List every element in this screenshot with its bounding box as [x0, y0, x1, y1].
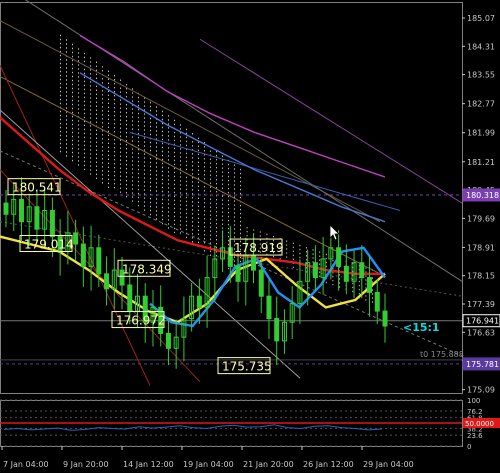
candle-body [165, 332, 171, 349]
price-tick-label: 175.09 [467, 386, 495, 395]
candle-body [235, 265, 241, 282]
annotation-label: 178.349 [122, 262, 172, 276]
price-tag-label: 175.781 [466, 360, 499, 369]
candle-body [336, 247, 342, 267]
candle-body [266, 295, 272, 320]
time-tick-label: 14 Jan 12:00 [123, 460, 174, 469]
price-tick-label: 182.77 [467, 100, 495, 109]
oscillator-level-label: 50.0000 [465, 420, 494, 428]
candle-body [258, 269, 264, 297]
candle-body [343, 265, 349, 282]
time-tick-label: 7 Jan 04:00 [3, 460, 49, 469]
price-tick-label: 178.91 [467, 243, 495, 252]
price-tick-label: 181.99 [467, 129, 495, 138]
candle-body [34, 206, 40, 230]
price-tick-label: 181.21 [467, 158, 495, 167]
annotation-label: 179.014 [24, 238, 74, 252]
candle-body [18, 198, 24, 223]
annotation-label: 176.972 [116, 314, 166, 328]
candle-body [312, 262, 318, 279]
candle-body [367, 277, 373, 293]
price-tick-label: 185.07 [467, 14, 495, 23]
time-tick-label: 9 Jan 20:00 [63, 460, 109, 469]
candle-body [382, 310, 388, 327]
price-tick-label: 184.31 [467, 42, 495, 51]
time-tick-label: 21 Jan 20:00 [243, 460, 294, 469]
candle-body [80, 243, 86, 267]
candle-body [73, 232, 79, 245]
annotation-label: 180.541 [12, 181, 62, 195]
reference-line-label: t0 175.888 [420, 350, 464, 359]
candle-body [104, 273, 110, 290]
price-tick-label: 179.69 [467, 214, 495, 223]
oscillator-tick-label: 100 [467, 397, 480, 405]
oscillator-tick-label: 23.6 [467, 432, 483, 440]
candle-body [3, 202, 9, 215]
price-tick-label: 183.55 [467, 71, 495, 80]
oscillator-tick-label: 0 [467, 443, 471, 451]
time-tick-label: 26 Jan 12:00 [303, 460, 354, 469]
candle-body [274, 318, 280, 342]
candle-body [359, 262, 365, 279]
candle-body [251, 254, 257, 271]
candle-body [374, 291, 380, 312]
candle-body [196, 295, 202, 308]
price-tick-label: 177.39 [467, 300, 495, 309]
price-tick-label: 178.15 [467, 272, 495, 281]
trading-chart: 180.541 179.014 178.919 178.349 176.972 175.7… [0, 0, 500, 473]
price-tag-label: 176.941 [466, 317, 499, 326]
annotation-label: 178.919 [234, 241, 284, 255]
price-tag-label: 180.318 [466, 191, 499, 200]
candle-body [127, 284, 133, 312]
time-tick-label: 29 Jan 04:00 [363, 460, 414, 469]
candle-body [96, 247, 102, 275]
ratio-label: <15:1 [403, 321, 440, 334]
price-tick-label: 176.63 [467, 328, 495, 337]
time-tick-label: 19 Jan 04:00 [183, 460, 234, 469]
candle-body [49, 210, 55, 238]
annotation-label: 175.735 [222, 360, 272, 374]
